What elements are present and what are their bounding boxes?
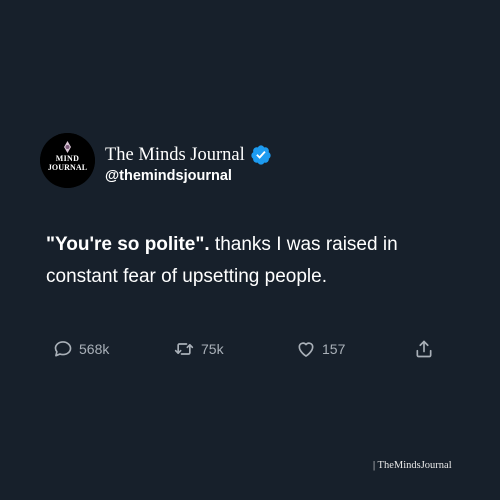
tweet-text-quote: "You're so polite". [46,234,210,255]
reply-button[interactable]: 568k [53,338,109,360]
author-handle[interactable]: @themindsjournal [105,168,232,184]
reply-count: 568k [79,341,110,357]
share-button[interactable] [414,338,434,360]
avatar[interactable]: MIND JOURNAL [40,133,95,188]
avatar-logo-line-2: JOURNAL [47,163,88,172]
like-count: 157 [322,341,346,357]
share-upload-icon [416,340,432,358]
like-button[interactable]: 157 [296,338,345,360]
verified-badge-icon [251,145,271,165]
tweet-card: MIND JOURNAL The Minds Journal @theminds… [0,0,500,500]
author-name-row: The Minds Journal [105,143,272,167]
retweet-count: 75k [201,341,224,357]
retweet-button[interactable]: 75k [173,338,224,360]
heart-outline-icon [298,342,314,357]
watermark-credit: | TheMindsJournal [373,460,452,471]
avatar-logo-line-1: MIND [55,154,80,163]
author-display-name[interactable]: The Minds Journal [105,145,245,166]
comment-bubble-icon [54,341,72,357]
retweet-icon [174,343,194,355]
tweet-text: "You're so polite". thanks I was raised … [46,229,466,293]
